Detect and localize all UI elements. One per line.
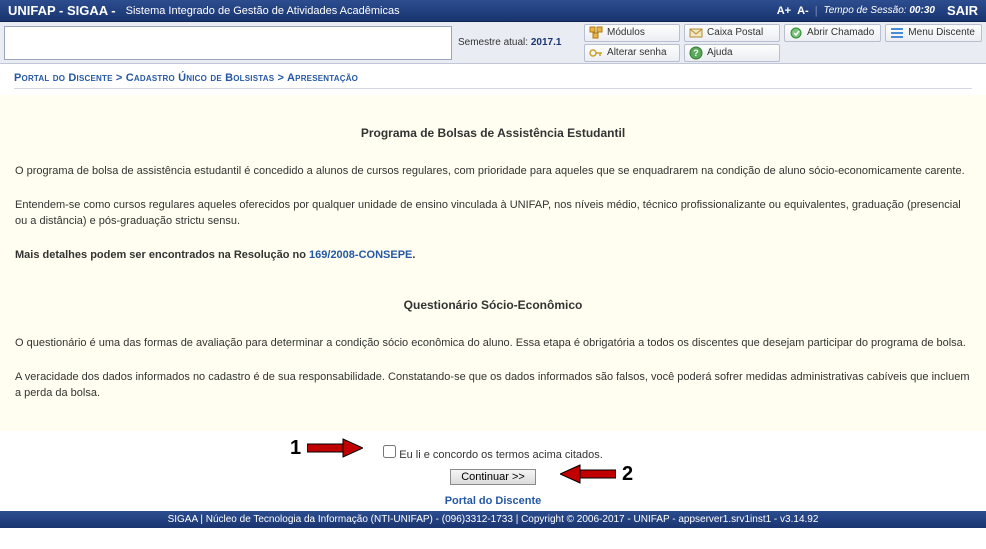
- session-label: Tempo de Sessão: 00:30: [824, 5, 935, 16]
- annotation-2: 2: [560, 463, 633, 486]
- section-title-questionario: Questionário Sócio-Econômico: [15, 298, 971, 312]
- paragraph-2: Entendem-se como cursos regulares aquele…: [15, 198, 971, 230]
- top-bar: UNIFAP - SIGAA - Sistema Integrado de Ge…: [0, 0, 986, 22]
- arrow-right-icon: [307, 437, 363, 459]
- portal-link-row: Portal do Discente: [0, 491, 986, 511]
- help-icon: ?: [689, 46, 703, 60]
- decrease-font-button[interactable]: A-: [797, 5, 809, 17]
- annotation-1-number: 1: [290, 437, 301, 460]
- breadcrumb-sep: >: [116, 72, 123, 84]
- p3-text-b: .: [412, 249, 415, 261]
- caixa-postal-button[interactable]: Caixa Postal: [684, 24, 780, 42]
- system-name: UNIFAP - SIGAA -: [8, 3, 116, 18]
- mail-icon: [689, 26, 703, 40]
- annotation-2-number: 2: [622, 463, 633, 486]
- semestre-value: 2017.1: [531, 37, 562, 48]
- p3-text-a: Mais detalhes podem ser encontrados na R…: [15, 249, 309, 261]
- abrir-chamado-button[interactable]: Abrir Chamado: [784, 24, 881, 42]
- alterar-senha-button[interactable]: Alterar senha: [584, 44, 680, 62]
- ajuda-button[interactable]: ? Ajuda: [684, 44, 780, 62]
- modules-icon: [589, 26, 603, 40]
- breadcrumb-link-cadastro[interactable]: Cadastro Único de Bolsistas: [126, 72, 274, 84]
- logout-button[interactable]: SAIR: [947, 3, 978, 18]
- menu-discente-button[interactable]: Menu Discente: [885, 24, 982, 42]
- continuar-button[interactable]: Continuar >>: [450, 469, 536, 485]
- semestre-info: Semestre atual: 2017.1: [458, 37, 561, 48]
- content-area: Programa de Bolsas de Assistência Estuda…: [0, 95, 986, 431]
- key-icon: [589, 46, 603, 60]
- continue-row: Continuar >> 2: [0, 467, 986, 491]
- abrir-chamado-label: Abrir Chamado: [807, 27, 874, 38]
- ajuda-label: Ajuda: [707, 47, 733, 58]
- semestre-label: Semestre atual:: [458, 37, 528, 48]
- breadcrumb-current: Apresentação: [287, 72, 358, 84]
- alterar-senha-label: Alterar senha: [607, 47, 666, 58]
- paragraph-3: Mais detalhes podem ser encontrados na R…: [15, 248, 971, 264]
- annotation-1: 1: [290, 437, 363, 460]
- section-title-programa: Programa de Bolsas de Assistência Estuda…: [15, 126, 971, 140]
- modulos-label: Módulos: [607, 27, 645, 38]
- paragraph-5: A veracidade dos dados informados no cad…: [15, 370, 971, 402]
- agree-label[interactable]: Eu li e concordo os termos acima citados…: [399, 449, 603, 461]
- agree-row: 1 Eu li e concordo os termos acima citad…: [0, 439, 986, 461]
- session-label-text: Tempo de Sessão:: [824, 5, 907, 16]
- menu-discente-label: Menu Discente: [908, 27, 975, 38]
- footer: SIGAA | Núcleo de Tecnologia da Informaç…: [0, 511, 986, 528]
- agree-checkbox[interactable]: [383, 445, 396, 458]
- paragraph-1: O programa de bolsa de assistência estud…: [15, 164, 971, 180]
- menu-icon: [890, 26, 904, 40]
- session-time: 00:30: [909, 5, 935, 16]
- increase-font-button[interactable]: A+: [777, 5, 791, 17]
- breadcrumb-link-portal[interactable]: Portal do Discente: [14, 72, 113, 84]
- paragraph-4: O questionário é uma das formas de avali…: [15, 336, 971, 352]
- breadcrumb-sep: >: [278, 72, 285, 84]
- modulos-button[interactable]: Módulos: [584, 24, 680, 42]
- svg-text:?: ?: [693, 48, 699, 58]
- breadcrumb: Portal do Discente > Cadastro Único de B…: [14, 72, 972, 89]
- divider: |: [815, 5, 818, 17]
- caixa-postal-label: Caixa Postal: [707, 27, 763, 38]
- resolucao-link[interactable]: 169/2008-CONSEPE: [309, 249, 412, 261]
- toolbar-buttons: Módulos Caixa Postal Abrir Chamado Menu …: [584, 24, 982, 62]
- ticket-icon: [789, 26, 803, 40]
- arrow-left-icon: [560, 463, 616, 485]
- user-info-box: [4, 26, 452, 60]
- toolbar-row: Semestre atual: 2017.1 Módulos Caixa Pos…: [0, 22, 986, 64]
- system-description: Sistema Integrado de Gestão de Atividade…: [126, 5, 400, 17]
- portal-discente-link[interactable]: Portal do Discente: [445, 495, 542, 507]
- breadcrumb-bar: Portal do Discente > Cadastro Único de B…: [0, 64, 986, 95]
